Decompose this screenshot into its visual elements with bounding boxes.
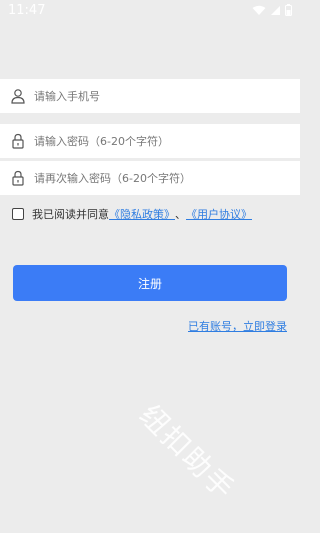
agreement-text: 我已阅读并同意 [32,208,109,221]
agreement-separator: 、 [175,208,186,221]
phone-field[interactable] [0,79,300,113]
privacy-policy-link[interactable]: 《隐私政策》 [109,206,175,222]
lock-icon [12,133,24,149]
agreement-row: 我已阅读并同意 《隐私政策》 、 《用户协议》 [12,206,252,222]
wifi-icon [252,5,266,15]
register-button[interactable]: 注册 [13,265,287,301]
status-time: 11:47 [8,2,46,18]
watermark-text: 纽扣助手 [133,398,242,507]
agree-checkbox[interactable] [12,208,24,220]
password-input[interactable] [34,134,264,148]
login-link[interactable]: 已有账号，立即登录 [188,318,287,334]
status-bar: 11:47 [0,0,300,20]
password-field[interactable] [0,124,300,158]
confirm-password-field[interactable] [0,161,300,195]
lock-icon [12,170,24,186]
phone-input[interactable] [34,89,264,103]
user-agreement-link[interactable]: 《用户协议》 [186,206,252,222]
signal-icon [271,5,280,15]
confirm-password-input[interactable] [34,171,264,185]
status-icons [252,4,292,16]
user-icon [11,89,25,104]
battery-icon [285,4,292,16]
